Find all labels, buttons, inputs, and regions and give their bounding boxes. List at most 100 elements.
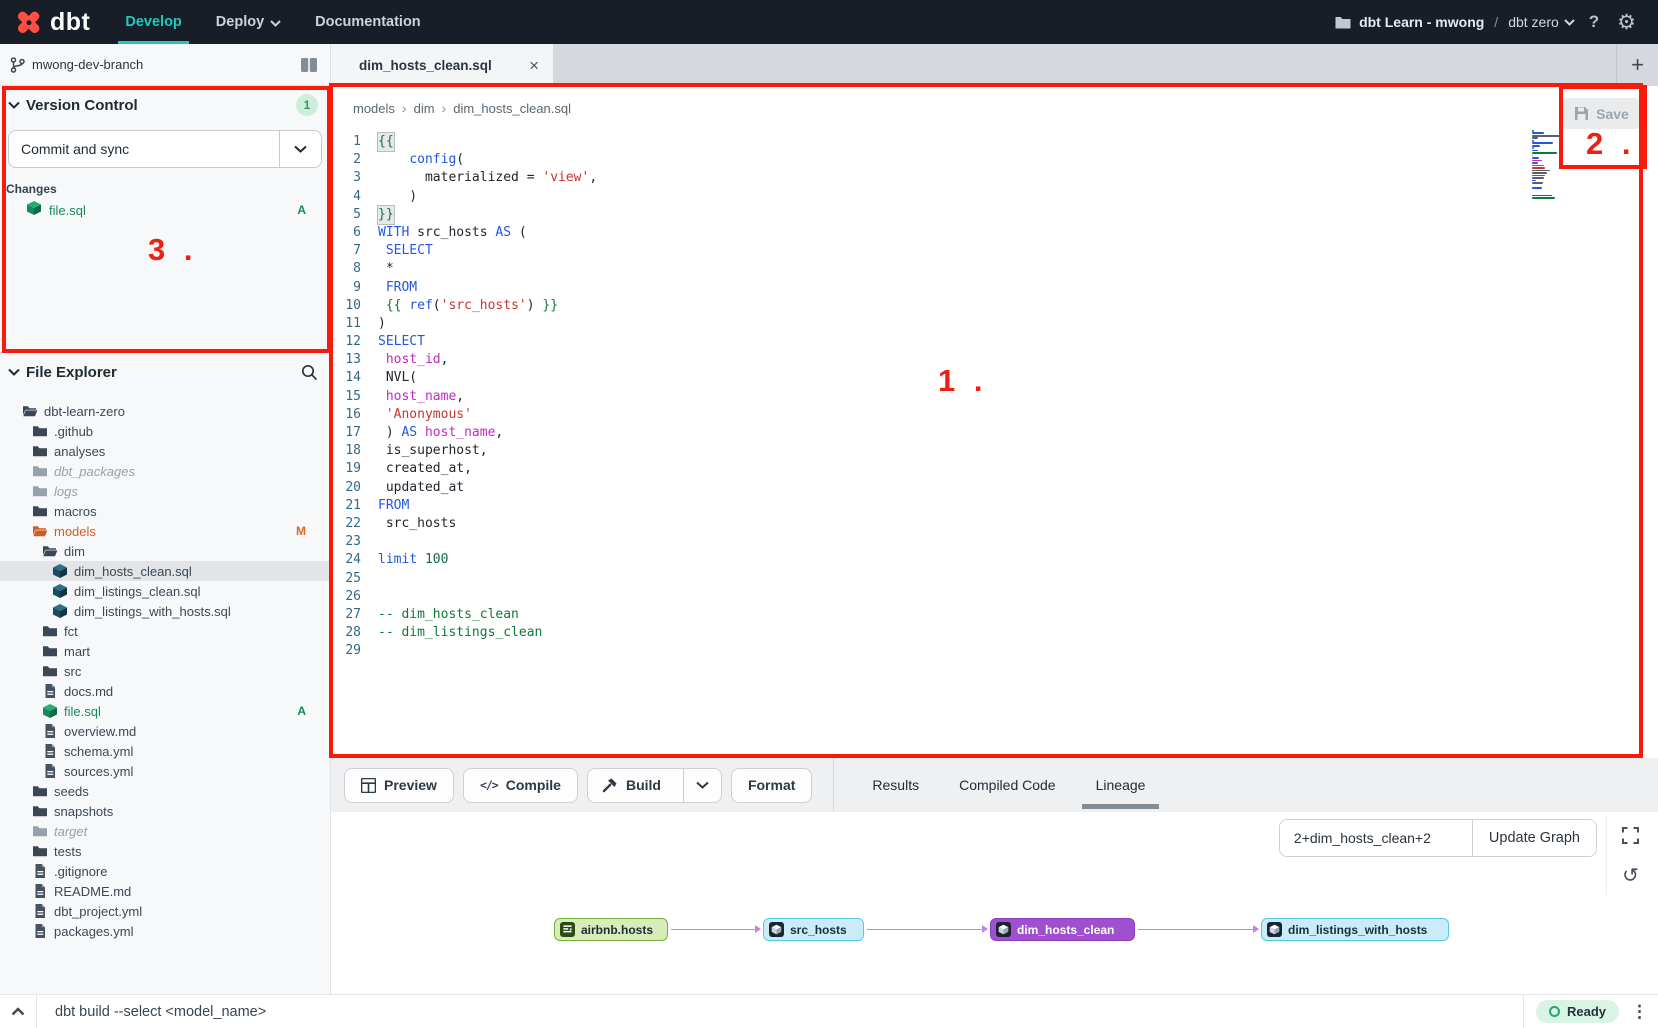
settings-gear-icon[interactable]: ⚙	[1613, 10, 1640, 35]
breadcrumb-models[interactable]: models	[353, 101, 395, 116]
code-line-16[interactable]: 16 'Anonymous'	[331, 406, 1618, 424]
tree-item-tests[interactable]: tests	[0, 841, 330, 861]
code-line-13[interactable]: 13 host_id,	[331, 351, 1618, 369]
split-view-icon[interactable]	[300, 58, 318, 72]
kebab-menu-icon[interactable]: ⋮	[1631, 1003, 1648, 1020]
search-icon[interactable]	[301, 364, 318, 381]
tree-item-dbt-packages[interactable]: dbt_packages	[0, 461, 330, 481]
tree-item-dim-listings-clean-sql[interactable]: dim_listings_clean.sql	[0, 581, 330, 601]
lineage-node-dim-listings-with-hosts[interactable]: dim_listings_with_hosts	[1261, 918, 1449, 941]
dbt-command-input[interactable]	[37, 1004, 1523, 1020]
version-control-header[interactable]: Version Control 1	[0, 86, 330, 124]
collapse-panel-icon[interactable]	[0, 1007, 36, 1016]
lineage-graph[interactable]: airbnb.hosts src_hosts dim_hosts_clean dim_…	[331, 812, 1658, 994]
code-lines[interactable]: 1{{2 config(3 materialized = 'view',4 )5…	[331, 133, 1618, 660]
code-line-9[interactable]: 9 FROM	[331, 279, 1618, 297]
code-line-24[interactable]: 24limit 100	[331, 551, 1618, 569]
build-options-caret[interactable]	[683, 769, 721, 802]
lineage-node-dim-hosts-clean[interactable]: dim_hosts_clean	[990, 918, 1135, 941]
dbt-logo[interactable]: dbt	[0, 8, 108, 37]
tree-item-dim-hosts-clean-sql[interactable]: dim_hosts_clean.sql	[0, 561, 330, 581]
file-icon	[42, 743, 58, 759]
tab-lineage[interactable]: Lineage	[1076, 758, 1166, 812]
tree-item-mart[interactable]: mart	[0, 641, 330, 661]
tree-item-docs-md[interactable]: docs.md	[0, 681, 330, 701]
environment-name[interactable]: dbt zero	[1508, 14, 1575, 30]
tree-item-dbt-learn-zero[interactable]: dbt-learn-zero	[0, 401, 330, 421]
compile-button[interactable]: </> Compile	[463, 768, 578, 803]
tree-item-seeds[interactable]: seeds	[0, 781, 330, 801]
nav-documentation[interactable]: Documentation	[298, 0, 438, 44]
tree-item-readme-md[interactable]: README.md	[0, 881, 330, 901]
tree-item-src[interactable]: src	[0, 661, 330, 681]
branch-name[interactable]: mwong-dev-branch	[32, 57, 143, 72]
code-line-18[interactable]: 18 is_superhost,	[331, 442, 1618, 460]
tree-item-models[interactable]: modelsM	[0, 521, 330, 541]
code-line-5[interactable]: 5}}	[331, 206, 1618, 224]
file-explorer-header[interactable]: File Explorer	[0, 353, 330, 391]
new-tab-button[interactable]: +	[1617, 52, 1658, 78]
code-line-27[interactable]: 27-- dim_hosts_clean	[331, 606, 1618, 624]
line-number: 27	[331, 606, 378, 624]
help-icon[interactable]: ?	[1585, 12, 1603, 32]
code-line-2[interactable]: 2 config(	[331, 151, 1618, 169]
preview-button[interactable]: Preview	[344, 768, 454, 803]
tab-results[interactable]: Results	[852, 758, 939, 812]
code-line-1[interactable]: 1{{	[331, 133, 1618, 151]
line-number: 12	[331, 333, 378, 351]
code-line-21[interactable]: 21FROM	[331, 497, 1618, 515]
tree-item-file-sql[interactable]: file.sqlA	[0, 701, 330, 721]
code-line-23[interactable]: 23	[331, 533, 1618, 551]
project-selector[interactable]: dbt Learn - mwong / dbt zero	[1335, 14, 1575, 30]
code-line-17[interactable]: 17 ) AS host_name,	[331, 424, 1618, 442]
tree-item-macros[interactable]: macros	[0, 501, 330, 521]
code-line-3[interactable]: 3 materialized = 'view',	[331, 169, 1618, 187]
tree-item--github[interactable]: .github	[0, 421, 330, 441]
tab-dim-hosts-clean[interactable]: dim_hosts_clean.sql ×	[331, 44, 553, 86]
code-line-28[interactable]: 28-- dim_listings_clean	[331, 624, 1618, 642]
code-line-4[interactable]: 4 )	[331, 188, 1618, 206]
tree-item-dim-listings-with-hosts-sql[interactable]: dim_listings_with_hosts.sql	[0, 601, 330, 621]
lineage-node-airbnb-hosts[interactable]: airbnb.hosts	[554, 918, 668, 941]
tree-item-fct[interactable]: fct	[0, 621, 330, 641]
tree-item--gitignore[interactable]: .gitignore	[0, 861, 330, 881]
changed-file-row[interactable]: file.sql A	[0, 200, 330, 220]
tree-item-analyses[interactable]: analyses	[0, 441, 330, 461]
code-line-19[interactable]: 19 created_at,	[331, 460, 1618, 478]
tree-item-target[interactable]: target	[0, 821, 330, 841]
tree-item-dbt-project-yml[interactable]: dbt_project.yml	[0, 901, 330, 921]
code-line-12[interactable]: 12SELECT	[331, 333, 1618, 351]
code-line-11[interactable]: 11)	[331, 315, 1618, 333]
editor-minimap[interactable]	[1532, 130, 1562, 202]
tree-item-sources-yml[interactable]: sources.yml	[0, 761, 330, 781]
tree-item-schema-yml[interactable]: schema.yml	[0, 741, 330, 761]
tab-close-icon[interactable]: ×	[529, 57, 539, 74]
code-line-20[interactable]: 20 updated_at	[331, 479, 1618, 497]
code-line-22[interactable]: 22 src_hosts	[331, 515, 1618, 533]
code-line-6[interactable]: 6WITH src_hosts AS (	[331, 224, 1618, 242]
code-line-7[interactable]: 7 SELECT	[331, 242, 1618, 260]
lineage-node-src-hosts[interactable]: src_hosts	[763, 918, 864, 941]
code-line-29[interactable]: 29	[331, 642, 1618, 660]
code-line-14[interactable]: 14 NVL(	[331, 369, 1618, 387]
tree-item-dim[interactable]: dim	[0, 541, 330, 561]
breadcrumb-file[interactable]: dim_hosts_clean.sql	[453, 101, 571, 116]
nav-develop[interactable]: Develop	[108, 0, 198, 44]
commit-and-sync-button[interactable]: Commit and sync	[8, 130, 322, 168]
tree-item-logs[interactable]: logs	[0, 481, 330, 501]
build-button[interactable]: Build	[587, 768, 722, 803]
tree-item-packages-yml[interactable]: packages.yml	[0, 921, 330, 941]
code-line-25[interactable]: 25	[331, 570, 1618, 588]
format-button[interactable]: Format	[731, 768, 812, 803]
tree-item-overview-md[interactable]: overview.md	[0, 721, 330, 741]
tree-item-snapshots[interactable]: snapshots	[0, 801, 330, 821]
commit-options-caret[interactable]	[279, 131, 321, 167]
code-line-26[interactable]: 26	[331, 588, 1618, 606]
save-button[interactable]: Save	[1562, 98, 1641, 129]
code-line-10[interactable]: 10 {{ ref('src_hosts') }}	[331, 297, 1618, 315]
tab-compiled-code[interactable]: Compiled Code	[939, 758, 1076, 812]
code-line-15[interactable]: 15 host_name,	[331, 388, 1618, 406]
code-line-8[interactable]: 8 *	[331, 260, 1618, 278]
breadcrumb-dim[interactable]: dim	[414, 101, 435, 116]
nav-deploy[interactable]: Deploy	[199, 0, 298, 44]
